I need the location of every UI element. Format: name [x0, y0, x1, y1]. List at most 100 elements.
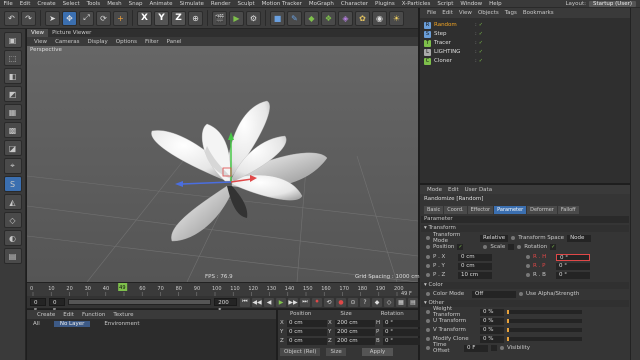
texture-mode-icon[interactable]: ◧ — [3, 68, 22, 84]
tab-view[interactable]: View — [27, 29, 49, 37]
next-frame-button[interactable]: ▶▶ — [288, 297, 298, 307]
animate-dot-icon[interactable] — [526, 264, 530, 268]
undo-button[interactable]: ↶ — [4, 10, 19, 26]
position-field[interactable]: 0 cm — [287, 320, 327, 327]
object-visibility-flags[interactable]: : ✓ — [475, 31, 483, 37]
menu-mode[interactable]: Mode — [424, 187, 445, 193]
menu-x-particles[interactable]: X-Particles — [398, 1, 434, 7]
menu-render[interactable]: Render — [207, 1, 234, 7]
menu-sculpt[interactable]: Sculpt — [234, 1, 258, 7]
animate-dot-icon[interactable] — [426, 236, 430, 240]
animate-dot-icon[interactable] — [426, 319, 430, 323]
coordinate-system-button[interactable]: ⊕ — [188, 10, 203, 26]
animate-dot-icon[interactable] — [517, 245, 522, 249]
animate-dot-icon[interactable] — [526, 255, 530, 259]
rotate-tool-button[interactable]: ⟳ — [96, 10, 111, 26]
position-key-button[interactable]: ◆ — [372, 297, 382, 307]
filter-environment[interactable]: Environment — [104, 321, 139, 327]
menu-mograph[interactable]: MoGraph — [305, 1, 337, 7]
menu-window[interactable]: Window — [457, 1, 486, 7]
scene-button[interactable]: ✿ — [355, 10, 370, 26]
pz-field[interactable]: 10 cm — [458, 271, 492, 279]
time-field[interactable]: 0 F — [464, 344, 488, 352]
layout-dropdown[interactable]: Startup (User) — [589, 1, 636, 7]
om-menu-tags[interactable]: Tags — [502, 10, 520, 16]
make-editable-icon[interactable]: ▣ — [3, 32, 22, 48]
section-color[interactable]: ▾ Color — [421, 282, 629, 289]
menu-file[interactable]: File — [0, 1, 16, 7]
edges-mode-icon[interactable]: ▩ — [3, 122, 22, 138]
object-row-random[interactable]: R Random: ✓ — [424, 21, 629, 29]
om-menu-bookmarks[interactable]: Bookmarks — [520, 10, 557, 16]
viewport-menu-display[interactable]: Display — [84, 39, 112, 45]
size-field[interactable]: 200 cm — [335, 338, 375, 345]
color-mode-dropdown[interactable]: Off — [472, 290, 516, 298]
object-row-cloner[interactable]: C Cloner: ✓ — [424, 57, 629, 65]
rp-field[interactable]: 0 ° — [556, 262, 590, 270]
points-mode-icon[interactable]: ▦ — [3, 104, 22, 120]
v-slider[interactable] — [507, 328, 582, 332]
viewport-menu-panel[interactable]: Panel — [163, 39, 186, 45]
prev-key-button[interactable]: ◀◀ — [252, 297, 262, 307]
filter-all[interactable]: All — [33, 321, 40, 327]
position-checkbox[interactable]: ✓ — [457, 244, 464, 250]
menu-function[interactable]: Function — [78, 312, 109, 318]
om-menu-objects[interactable]: Objects — [475, 10, 502, 16]
viewport-menu-options[interactable]: Options — [112, 39, 141, 45]
layer-icon[interactable]: ▤ — [3, 248, 22, 264]
polygons-mode-icon[interactable]: ◪ — [3, 140, 22, 156]
animate-dot-icon[interactable] — [426, 310, 430, 314]
redo-button[interactable]: ↷ — [21, 10, 36, 26]
v-field[interactable]: 0 % — [480, 326, 504, 334]
z-axis-lock-button[interactable]: Z — [171, 10, 186, 26]
rotation-field[interactable]: 0 ° — [383, 338, 423, 345]
om-menu-file[interactable]: File — [424, 10, 439, 16]
om-menu-view[interactable]: View — [456, 10, 475, 16]
clone-slider[interactable] — [507, 337, 582, 341]
go-end-button[interactable]: ⏭ — [300, 297, 310, 307]
rotation-field[interactable]: 0 ° — [383, 329, 423, 336]
param-key-button[interactable]: ▦ — [396, 297, 406, 307]
menu-motion-tracker[interactable]: Motion Tracker — [258, 1, 305, 7]
object-name[interactable]: Random — [434, 22, 472, 28]
animate-dot-icon[interactable] — [426, 264, 430, 268]
solo-icon[interactable]: S — [3, 176, 22, 192]
animate-dot-icon[interactable] — [483, 245, 488, 249]
viewport-menu-view[interactable]: View — [30, 39, 51, 45]
attr-tab-deformer[interactable]: Deformer — [527, 206, 557, 214]
animate-dot-icon[interactable] — [426, 328, 430, 332]
menu-edit[interactable]: Edit — [59, 312, 78, 318]
snap-icon[interactable]: ◭ — [3, 194, 22, 210]
animate-dot-icon[interactable] — [519, 292, 523, 296]
rotation-key-button[interactable]: ◇ — [384, 297, 394, 307]
start-frame-field[interactable]: 0 F — [30, 298, 47, 314]
recent-tools-button[interactable]: + — [113, 10, 128, 26]
transform-space-dropdown[interactable]: Node — [567, 234, 592, 242]
menu-character[interactable]: Character — [337, 1, 371, 7]
coordinate-mode-dropdown[interactable]: Object (Rel) — [280, 348, 321, 356]
workplane-icon[interactable]: ◩ — [3, 86, 22, 102]
size-field[interactable]: 200 cm — [335, 329, 375, 336]
render-settings-button[interactable]: ⚙ — [246, 10, 261, 26]
object-visibility-flags[interactable]: : ✓ — [475, 40, 483, 46]
scale-checkbox[interactable] — [508, 244, 515, 250]
animate-dot-icon[interactable] — [426, 346, 430, 350]
light-button[interactable]: ☀ — [389, 10, 404, 26]
menu-animate[interactable]: Animate — [146, 1, 176, 7]
object-name[interactable]: Tracer — [434, 40, 472, 46]
side-tab-strip[interactable] — [630, 8, 640, 360]
filter-no-layer[interactable]: No Layer — [53, 321, 91, 327]
size-mode-dropdown[interactable]: Size — [326, 348, 346, 356]
rb-field[interactable]: 0 ° — [556, 271, 590, 279]
menu-create[interactable]: Create — [33, 312, 59, 318]
animate-dot-icon[interactable] — [426, 292, 430, 296]
3d-viewport[interactable] — [27, 46, 418, 282]
object-name[interactable]: LIGHTING — [434, 49, 472, 55]
menu-tools[interactable]: Tools — [83, 1, 104, 7]
record-button[interactable]: ⏺ — [312, 297, 322, 307]
animate-dot-icon[interactable] — [426, 273, 430, 277]
menu-script[interactable]: Script — [434, 1, 457, 7]
animate-dot-icon[interactable] — [426, 245, 430, 249]
camera-button[interactable]: ◉ — [372, 10, 387, 26]
attr-tab-basic[interactable]: Basic — [424, 206, 444, 214]
